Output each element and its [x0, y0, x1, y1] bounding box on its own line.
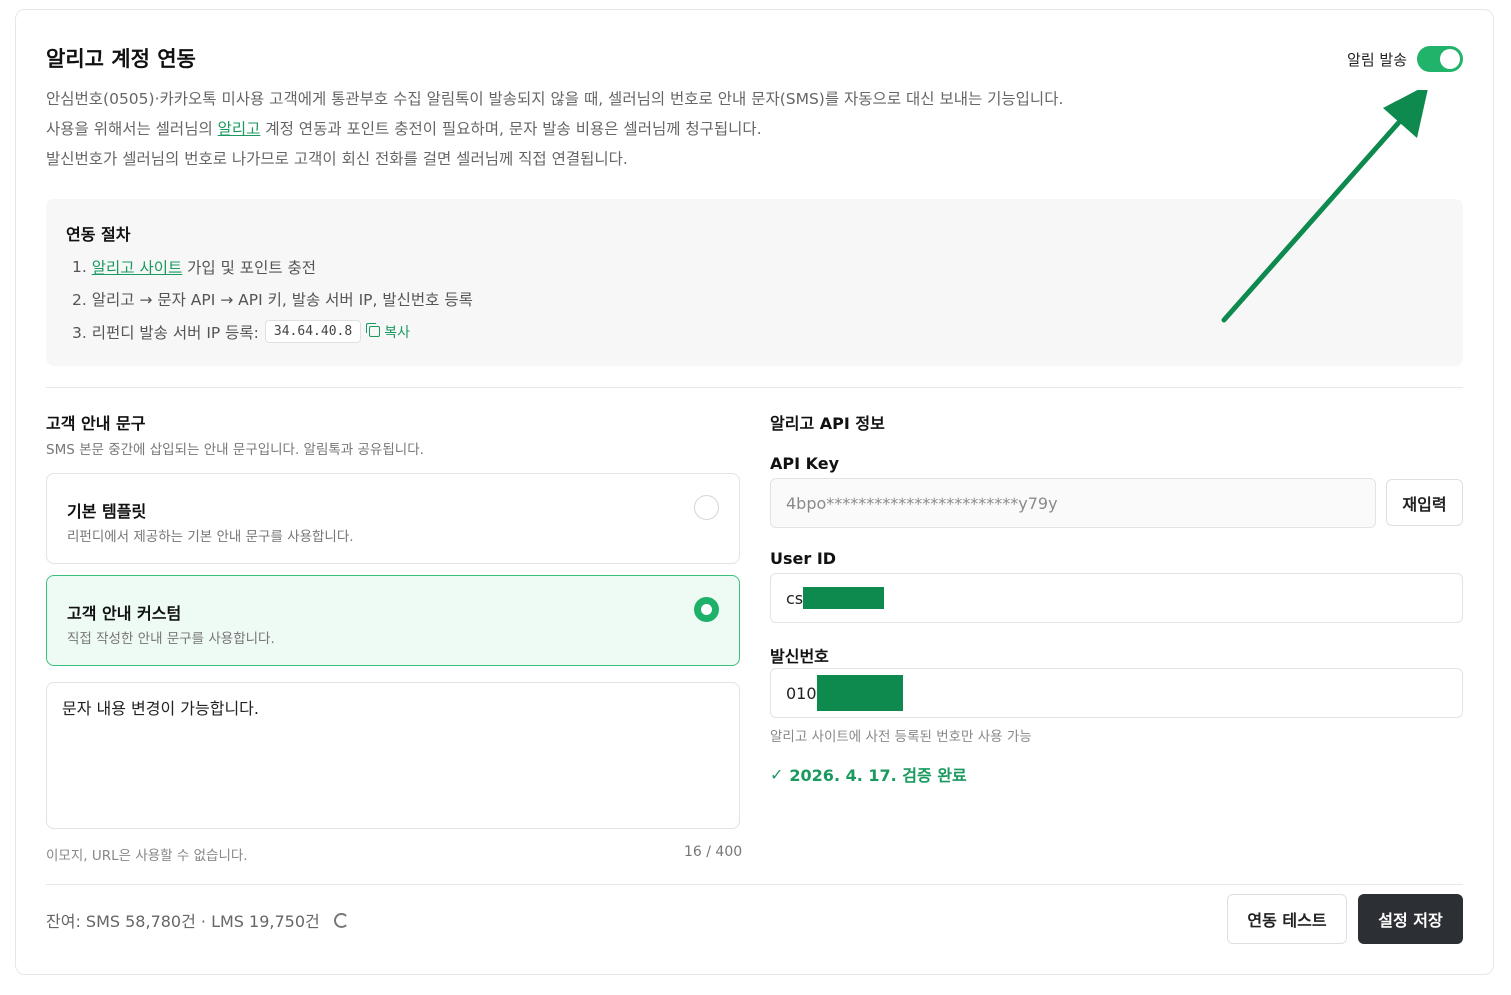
guide-section-subtitle: SMS 본문 중간에 삽입되는 안내 문구입니다. 알림톡과 공유됩니다. — [46, 442, 424, 458]
step-3: 3. 리펀디 발송 서버 IP 등록: 34.64.40.8 복사 — [72, 320, 410, 343]
notification-toggle-group: 알림 발송 — [1347, 46, 1463, 72]
user-id-input[interactable]: cs — [770, 573, 1463, 623]
radio-default-template[interactable] — [694, 495, 719, 520]
redaction-block — [816, 675, 903, 711]
sender-number-input[interactable]: 010 — [770, 668, 1463, 718]
verification-status: ✓ 2026. 4. 17. 검증 완료 — [770, 762, 967, 786]
divider — [46, 884, 1463, 885]
guide-hint: 이모지, URL은 사용할 수 없습니다. — [46, 848, 248, 864]
aligo-settings-card: 알리고 계정 연동 알림 발송 안심번호(0505)·카카오톡 미사용 고객에게… — [15, 9, 1494, 975]
option-default-template[interactable]: 기본 템플릿 리펀디에서 제공하는 기본 안내 문구를 사용합니다. — [46, 473, 740, 564]
aligo-link[interactable]: 알리고 — [218, 120, 261, 138]
aligo-site-link[interactable]: 알리고 사이트 — [92, 256, 183, 278]
save-settings-button[interactable]: 설정 저장 — [1358, 894, 1463, 944]
option-subtitle: 리펀디에서 제공하는 기본 안내 문구를 사용합니다. — [67, 529, 354, 545]
steps-title: 연동 절차 — [66, 225, 131, 244]
copy-icon — [366, 323, 381, 337]
description-line-2: 사용을 위해서는 셀러님의 알리고 계정 연동과 포인트 충전이 필요하며, 문… — [46, 117, 762, 139]
user-id-label: User ID — [770, 549, 837, 568]
sender-number-value: 010 — [786, 683, 817, 703]
api-key-label: API Key — [770, 454, 840, 473]
step-text: 3. 리펀디 발송 서버 IP 등록: — [72, 323, 259, 342]
guide-section-title: 고객 안내 문구 — [46, 414, 146, 433]
user-id-value: cs — [786, 588, 804, 608]
step-1: 1. 알리고 사이트 가입 및 포인트 충전 — [72, 256, 316, 278]
api-key-input[interactable]: 4bpo************************y79y — [770, 478, 1376, 528]
step-2: 2. 알리고 → 문자 API → API 키, 발송 서버 IP, 발신번호 … — [72, 291, 473, 309]
step-text: 가입 및 포인트 충전 — [187, 259, 317, 277]
desc-text: 사용을 위해서는 셀러님의 — [46, 120, 218, 138]
description-line-3: 발신번호가 셀러님의 번호로 나가므로 고객이 회신 전화를 걸면 셀러님께 직… — [46, 150, 628, 168]
check-icon: ✓ — [770, 764, 784, 784]
verification-text: 2026. 4. 17. 검증 완료 — [789, 766, 967, 785]
guide-message-textarea[interactable]: 문자 내용 변경이 가능합니다. — [46, 682, 740, 829]
annotation-arrow-icon — [1221, 90, 1428, 323]
toggle-knob — [1440, 49, 1460, 69]
notification-toggle[interactable] — [1417, 46, 1463, 72]
api-section-title: 알리고 API 정보 — [770, 414, 885, 433]
radio-custom-guide[interactable] — [694, 597, 719, 622]
redaction-block — [803, 587, 885, 609]
divider — [46, 387, 1463, 388]
option-custom-guide[interactable]: 고객 안내 커스텀 직접 작성한 안내 문구를 사용합니다. — [46, 575, 740, 666]
balance-text: 잔여: SMS 58,780건 · LMS 19,750건 — [46, 912, 320, 931]
desc-text: 계정 연동과 포인트 충전이 필요하며, 문자 발송 비용은 셀러님께 청구됩니… — [260, 120, 762, 138]
reenter-button[interactable]: 재입력 — [1386, 479, 1463, 526]
page-title: 알리고 계정 연동 — [46, 47, 196, 71]
toggle-label: 알림 발송 — [1347, 50, 1407, 69]
step-number: 1. — [72, 258, 87, 276]
refresh-icon[interactable] — [333, 912, 349, 928]
char-counter: 16 / 400 — [684, 844, 743, 860]
balance-row: 잔여: SMS 58,780건 · LMS 19,750건 — [46, 908, 349, 932]
description-line-1: 안심번호(0505)·카카오톡 미사용 고객에게 통관부호 수집 알림톡이 발송… — [46, 90, 1064, 108]
api-key-value: 4bpo************************y79y — [786, 493, 1058, 513]
sender-hint: 알리고 사이트에 사전 등록된 번호만 사용 가능 — [770, 729, 1032, 745]
option-title: 기본 템플릿 — [67, 502, 147, 521]
server-ip: 34.64.40.8 — [264, 320, 362, 343]
option-title: 고객 안내 커스텀 — [67, 604, 182, 623]
option-subtitle: 직접 작성한 안내 문구를 사용합니다. — [67, 631, 275, 647]
copy-ip-button[interactable]: 복사 — [366, 322, 410, 342]
integration-test-button[interactable]: 연동 테스트 — [1227, 894, 1347, 944]
sender-number-label: 발신번호 — [770, 647, 829, 666]
copy-label: 복사 — [384, 324, 410, 341]
